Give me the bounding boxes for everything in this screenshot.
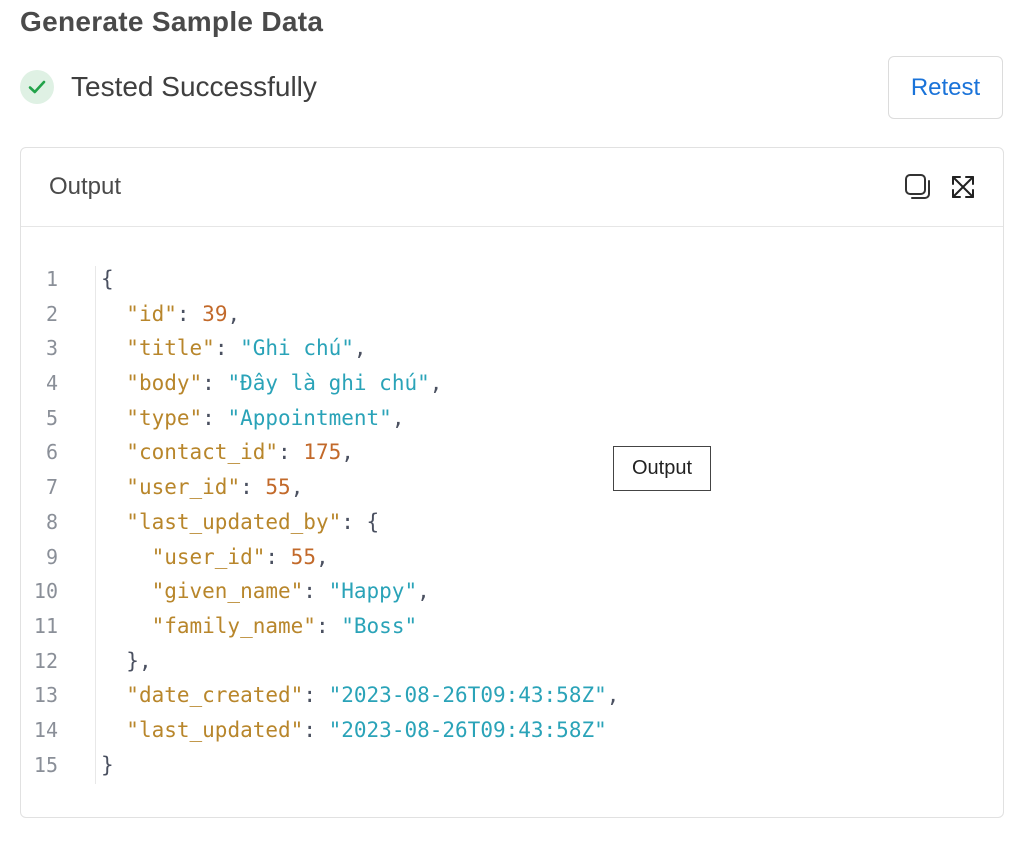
code-line: 9 "user_id": 55, bbox=[21, 540, 1003, 575]
line-number: 8 bbox=[45, 509, 58, 534]
line-number: 15 bbox=[33, 752, 58, 777]
code-line: 12 }, bbox=[21, 644, 1003, 679]
code-line: 8 "last_updated_by": { bbox=[21, 505, 1003, 540]
copy-icon[interactable] bbox=[903, 172, 933, 202]
code-line: 11 "family_name": "Boss" bbox=[21, 609, 1003, 644]
output-panel-title: Output bbox=[49, 173, 122, 200]
retest-button[interactable]: Retest bbox=[888, 56, 1003, 119]
code-line: 4 "body": "Đây là ghi chú", bbox=[21, 366, 1003, 401]
line-number: 4 bbox=[45, 371, 58, 396]
code-line: 3 "title": "Ghi chú", bbox=[21, 331, 1003, 366]
line-number: 12 bbox=[33, 648, 58, 673]
line-number: 5 bbox=[45, 405, 58, 430]
code-viewer[interactable]: 1 { 2 "id": 39, 3 "title": "Ghi chú", 4 … bbox=[21, 262, 1003, 782]
output-panel-header: Output bbox=[21, 148, 1003, 227]
line-number: 10 bbox=[33, 579, 58, 604]
line-number: 13 bbox=[33, 683, 58, 708]
line-number: 1 bbox=[45, 267, 58, 291]
expand-icon[interactable] bbox=[948, 172, 978, 202]
check-circle-icon bbox=[20, 70, 54, 104]
test-status: Tested Successfully bbox=[20, 70, 317, 104]
status-text: Tested Successfully bbox=[71, 71, 317, 102]
code-line: 5 "type": "Appointment", bbox=[21, 401, 1003, 436]
code-line: 13 "date_created": "2023-08-26T09:43:58Z… bbox=[21, 678, 1003, 713]
line-number: 9 bbox=[45, 544, 58, 569]
page-title: Generate Sample Data bbox=[20, 6, 324, 37]
line-number: 14 bbox=[33, 717, 58, 742]
code-line: 1 { bbox=[21, 262, 1003, 297]
code-line: 7 "user_id": 55, bbox=[21, 470, 1003, 505]
line-number: 3 bbox=[45, 336, 58, 361]
line-number: 11 bbox=[33, 613, 58, 638]
line-number: 2 bbox=[45, 301, 58, 326]
code-line: 15 } bbox=[21, 748, 1003, 783]
output-tooltip: Output bbox=[613, 446, 711, 491]
output-panel: Output 1 {2 "id": 39, 3 "title": "Ghi c… bbox=[20, 147, 1004, 818]
code-line: 14 "last_updated": "2023-08-26T09:43:58Z… bbox=[21, 713, 1003, 748]
line-number: 6 bbox=[45, 440, 58, 465]
code-line: 6 "contact_id": 175, bbox=[21, 435, 1003, 470]
sample-data-page: Generate Sample Data Tested Successfully… bbox=[0, 0, 1025, 849]
line-number: 7 bbox=[45, 475, 58, 500]
code-line: 10 "given_name": "Happy", bbox=[21, 574, 1003, 609]
code-line: 2 "id": 39, bbox=[21, 297, 1003, 332]
